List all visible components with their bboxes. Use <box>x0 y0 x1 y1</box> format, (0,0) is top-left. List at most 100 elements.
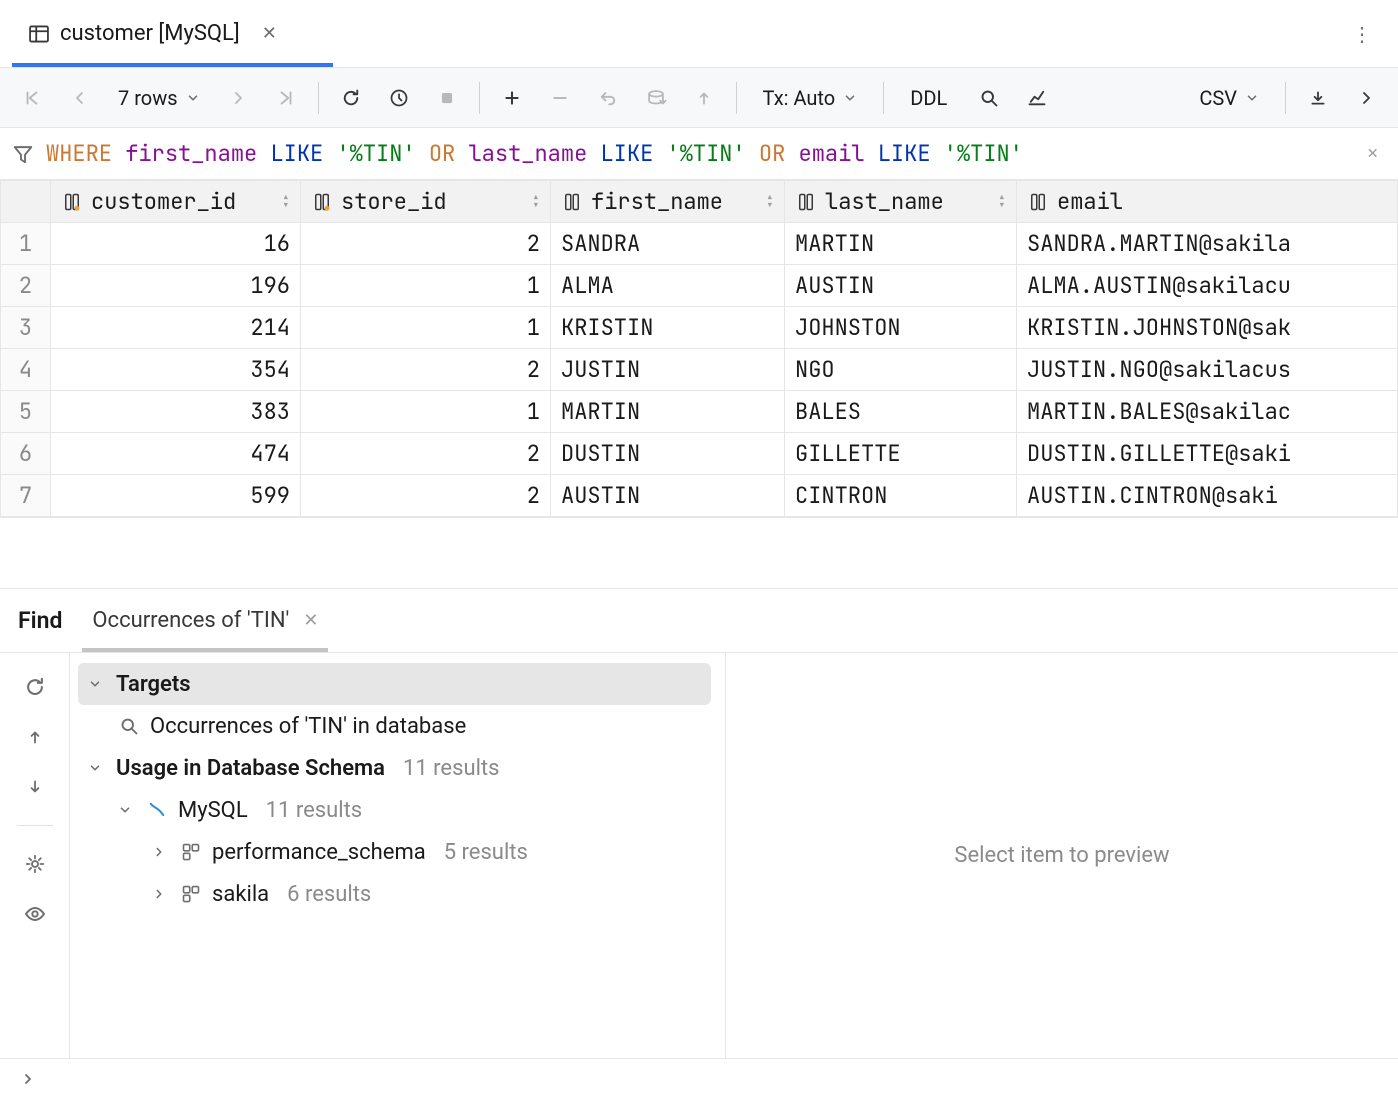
cell-email[interactable]: ALMA.AUSTIN@sakilacu <box>1017 265 1398 307</box>
sort-indicator-icon: ▴▾ <box>282 194 290 210</box>
column-header-store-id[interactable]: store_id ▴▾ <box>301 181 551 223</box>
search-icon <box>118 715 140 737</box>
transaction-mode-label: Tx: Auto <box>763 86 836 110</box>
transaction-mode-dropdown[interactable]: Tx: Auto <box>749 86 872 110</box>
pending-changes-button[interactable] <box>379 78 419 118</box>
find-tab-label: Occurrences of 'TIN' <box>92 608 289 633</box>
export-format-dropdown[interactable]: CSV <box>1185 86 1273 110</box>
tree-node-occurrences[interactable]: Occurrences of 'TIN' in database <box>78 705 711 747</box>
sort-indicator-icon: ▴▾ <box>766 194 774 210</box>
cell-store-id[interactable]: 1 <box>301 307 551 349</box>
rows-count-dropdown[interactable]: 7 rows <box>108 86 210 110</box>
cell-email[interactable]: SANDRA.MARTIN@sakila <box>1017 223 1398 265</box>
more-button[interactable] <box>1346 78 1386 118</box>
reload-button[interactable] <box>331 78 371 118</box>
ddl-button[interactable]: DDL <box>896 86 961 110</box>
editor-tab-customer[interactable]: customer [MySQL] ✕ <box>12 0 293 67</box>
cell-first-name[interactable]: SANDRA <box>551 223 785 265</box>
cell-last-name[interactable]: MARTIN <box>785 223 1017 265</box>
cell-first-name[interactable]: DUSTIN <box>551 433 785 475</box>
revert-button[interactable] <box>588 78 628 118</box>
cell-email[interactable]: MARTIN.BALES@sakilac <box>1017 391 1398 433</box>
column-header-first-name[interactable]: first_name ▴▾ <box>551 181 785 223</box>
cell-last-name[interactable]: JOHNSTON <box>785 307 1017 349</box>
stop-button[interactable] <box>427 78 467 118</box>
add-row-button[interactable] <box>492 78 532 118</box>
last-page-button[interactable] <box>266 78 306 118</box>
cell-store-id[interactable]: 2 <box>301 223 551 265</box>
table-row[interactable]: 75992AUSTINCINTRONAUSTIN.CINTRON@saki <box>1 475 1398 517</box>
tree-node-targets[interactable]: Targets <box>78 663 711 705</box>
row-number-cell: 6 <box>1 433 51 475</box>
cell-first-name[interactable]: JUSTIN <box>551 349 785 391</box>
cell-store-id[interactable]: 1 <box>301 265 551 307</box>
tab-options-menu[interactable]: ⋮ <box>1338 14 1386 54</box>
row-number-cell: 3 <box>1 307 51 349</box>
cell-customer-id[interactable]: 16 <box>51 223 301 265</box>
column-header-customer-id[interactable]: customer_id ▴▾ <box>51 181 301 223</box>
table-row[interactable]: 43542JUSTINNGOJUSTIN.NGO@sakilacus <box>1 349 1398 391</box>
cell-first-name[interactable]: MARTIN <box>551 391 785 433</box>
submit-button[interactable] <box>636 78 676 118</box>
clear-filter-button[interactable]: ✕ <box>1359 142 1386 165</box>
cell-last-name[interactable]: CINTRON <box>785 475 1017 517</box>
search-button[interactable] <box>969 78 1009 118</box>
cell-customer-id[interactable]: 196 <box>51 265 301 307</box>
cell-email[interactable]: AUSTIN.CINTRON@saki <box>1017 475 1398 517</box>
tree-node-mysql[interactable]: MySQL 11 results <box>78 789 711 831</box>
cell-email[interactable]: KRISTIN.JOHNSTON@sak <box>1017 307 1398 349</box>
chart-button[interactable] <box>1017 78 1057 118</box>
cell-last-name[interactable]: GILLETTE <box>785 433 1017 475</box>
cell-first-name[interactable]: KRISTIN <box>551 307 785 349</box>
upload-button[interactable] <box>684 78 724 118</box>
cell-store-id[interactable]: 2 <box>301 475 551 517</box>
cell-email[interactable]: JUSTIN.NGO@sakilacus <box>1017 349 1398 391</box>
cell-store-id[interactable]: 1 <box>301 391 551 433</box>
table-row[interactable]: 32141KRISTINJOHNSTONKRISTIN.JOHNSTON@sak <box>1 307 1398 349</box>
next-result-button[interactable] <box>19 771 51 803</box>
filter-expression[interactable]: WHERE first_name LIKE '%TIN' OR last_nam… <box>46 139 1347 168</box>
find-tab-occurrences[interactable]: Occurrences of 'TIN' ✕ <box>92 589 318 652</box>
cell-last-name[interactable]: BALES <box>785 391 1017 433</box>
cell-last-name[interactable]: AUSTIN <box>785 265 1017 307</box>
rerun-search-button[interactable] <box>19 671 51 703</box>
column-header-email[interactable]: email <box>1017 181 1398 223</box>
cell-last-name[interactable]: NGO <box>785 349 1017 391</box>
chevron-right-icon[interactable] <box>20 1071 36 1087</box>
first-page-button[interactable] <box>12 78 52 118</box>
cell-customer-id[interactable]: 354 <box>51 349 301 391</box>
cell-customer-id[interactable]: 474 <box>51 433 301 475</box>
close-icon[interactable]: ✕ <box>303 610 318 631</box>
next-page-button[interactable] <box>218 78 258 118</box>
table-row[interactable]: 1162SANDRAMARTINSANDRA.MARTIN@sakila <box>1 223 1398 265</box>
table-row[interactable]: 21961ALMAAUSTINALMA.AUSTIN@sakilacu <box>1 265 1398 307</box>
filter-icon[interactable] <box>12 143 34 165</box>
prev-result-button[interactable] <box>19 721 51 753</box>
cell-customer-id[interactable]: 383 <box>51 391 301 433</box>
prev-page-button[interactable] <box>60 78 100 118</box>
download-button[interactable] <box>1298 78 1338 118</box>
schema-icon <box>180 841 202 863</box>
cell-customer-id[interactable]: 214 <box>51 307 301 349</box>
settings-button[interactable] <box>19 848 51 880</box>
cell-email[interactable]: DUSTIN.GILLETTE@saki <box>1017 433 1398 475</box>
table-header-row: customer_id ▴▾ store_id ▴▾ first_name ▴▾ <box>1 181 1398 223</box>
column-header-last-name[interactable]: last_name ▴▾ <box>785 181 1017 223</box>
tree-node-performance-schema[interactable]: performance_schema 5 results <box>78 831 711 873</box>
table-row[interactable]: 53831MARTINBALESMARTIN.BALES@sakilac <box>1 391 1398 433</box>
tree-node-usage[interactable]: Usage in Database Schema 11 results <box>78 747 711 789</box>
cell-customer-id[interactable]: 599 <box>51 475 301 517</box>
close-icon[interactable]: ✕ <box>262 23 277 44</box>
cell-store-id[interactable]: 2 <box>301 433 551 475</box>
preview-toggle-button[interactable] <box>19 898 51 930</box>
tree-node-sakila[interactable]: sakila 6 results <box>78 873 711 915</box>
chevron-down-icon <box>843 91 857 105</box>
remove-row-button[interactable] <box>540 78 580 118</box>
cell-store-id[interactable]: 2 <box>301 349 551 391</box>
cell-first-name[interactable]: AUSTIN <box>551 475 785 517</box>
find-panel: Find Occurrences of 'TIN' ✕ Targets Occu… <box>0 588 1398 1098</box>
column-icon <box>1027 191 1049 213</box>
chevron-down-icon <box>88 761 106 775</box>
table-row[interactable]: 64742DUSTINGILLETTEDUSTIN.GILLETTE@saki <box>1 433 1398 475</box>
cell-first-name[interactable]: ALMA <box>551 265 785 307</box>
